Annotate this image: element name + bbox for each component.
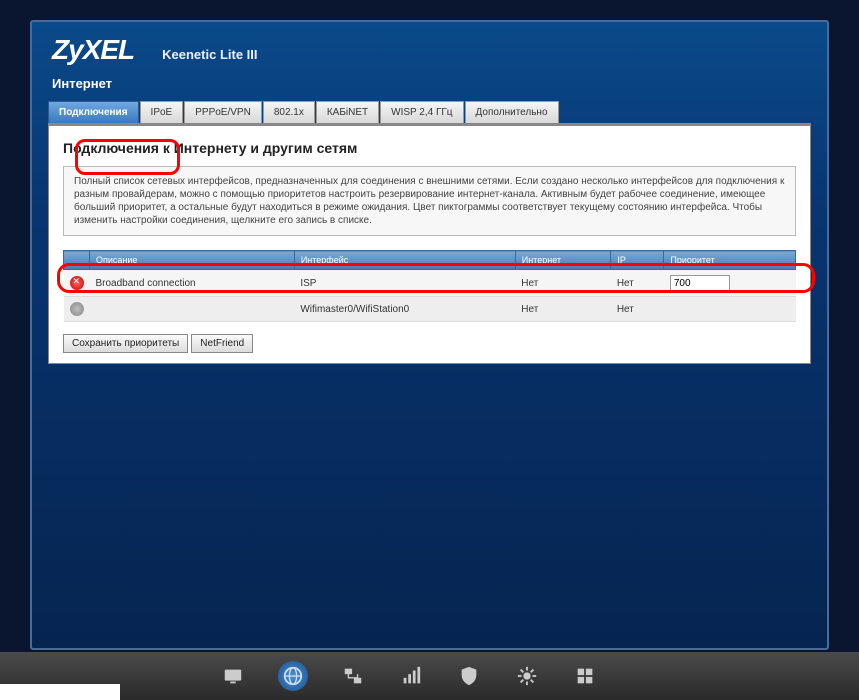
error-icon: [70, 276, 84, 290]
apps-icon[interactable]: [572, 663, 598, 689]
monitor-icon[interactable]: [220, 663, 246, 689]
panel-description: Полный список сетевых интерфейсов, предн…: [63, 166, 796, 236]
tab-bar: ПодключенияIPoEPPPoE/VPN802.1xКАБiNETWIS…: [48, 101, 811, 125]
gear-icon[interactable]: [514, 663, 540, 689]
tab-wisp-2-4-ггц[interactable]: WISP 2,4 ГГц: [380, 101, 463, 123]
col-header: IP: [611, 251, 664, 270]
col-header: Интернет: [515, 251, 611, 270]
connections-table: ОписаниеИнтерфейсИнтернетIPПриоритет Bro…: [63, 250, 796, 322]
globe-icon[interactable]: [278, 661, 308, 691]
disabled-icon: [70, 302, 84, 316]
save-priorities-button[interactable]: Сохранить приоритеты: [63, 334, 188, 353]
table-row[interactable]: Wifimaster0/WifiStation0НетНет: [64, 297, 796, 322]
table-row[interactable]: Broadband connectionISPНетНет: [64, 270, 796, 297]
bottom-nav-bar: [0, 652, 859, 700]
network-icon[interactable]: [340, 663, 366, 689]
tab-802-1x[interactable]: 802.1x: [263, 101, 315, 123]
section-title: Интернет: [52, 76, 807, 91]
col-header: Описание: [90, 251, 295, 270]
priority-input[interactable]: [670, 275, 730, 291]
panel-title: Подключения к Интернету и другим сетям: [63, 140, 796, 156]
col-header: Приоритет: [664, 251, 796, 270]
connections-panel: Подключения к Интернету и другим сетям П…: [48, 125, 811, 364]
shield-icon[interactable]: [456, 663, 482, 689]
col-header: Интерфейс: [294, 251, 515, 270]
tab-подключения[interactable]: Подключения: [48, 101, 139, 123]
col-header: [64, 251, 90, 270]
netfriend-button[interactable]: NetFriend: [191, 334, 253, 353]
tab-дополнительно[interactable]: Дополнительно: [465, 101, 559, 123]
tab-ipoe[interactable]: IPoE: [140, 101, 184, 123]
model-name: Keenetic Lite III: [162, 47, 257, 62]
status-strip: [0, 684, 120, 700]
wifi-icon[interactable]: [398, 663, 424, 689]
tab-pppoe-vpn[interactable]: PPPoE/VPN: [184, 101, 262, 123]
brand-logo: ZyXEL: [52, 34, 134, 66]
tab-кабinet[interactable]: КАБiNET: [316, 101, 379, 123]
